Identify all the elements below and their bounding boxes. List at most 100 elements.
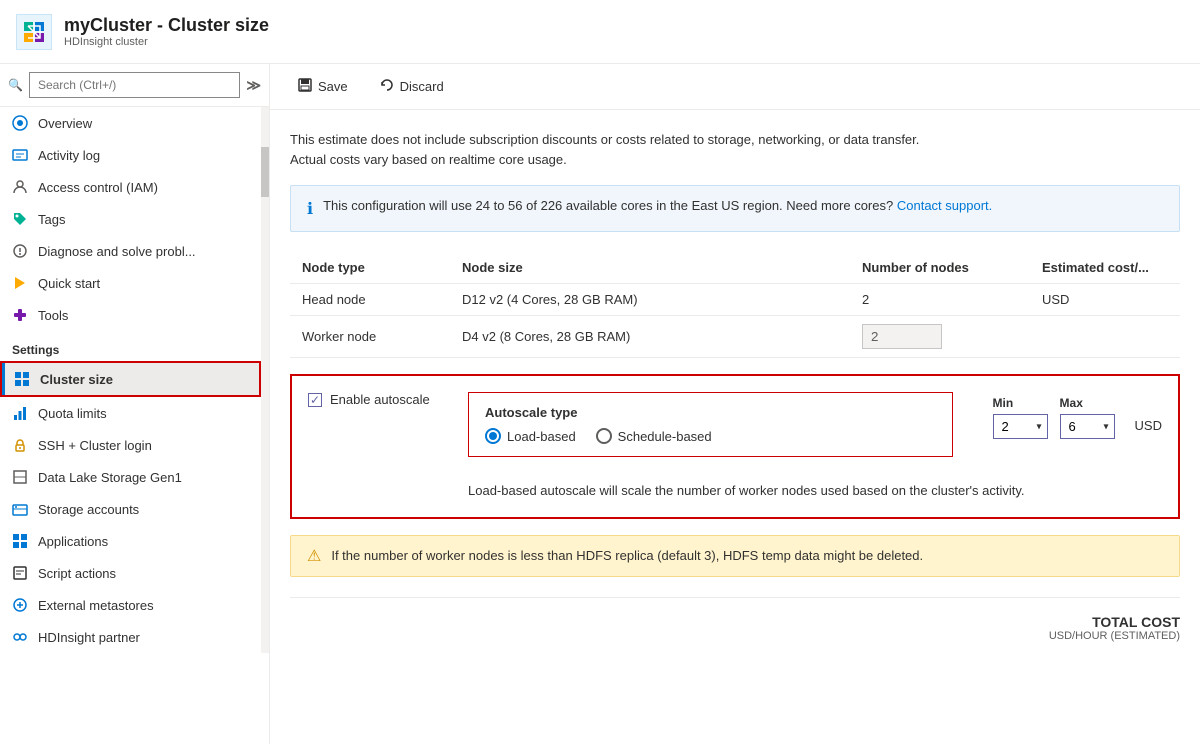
sidebar-nav: Overview Activity log Access control (IA… xyxy=(0,107,261,653)
total-cost: TOTAL COST USD/HOUR (ESTIMATED) xyxy=(1049,614,1180,642)
apps-icon xyxy=(12,533,28,549)
sidebar-item-label: Storage accounts xyxy=(38,502,139,517)
sidebar-item-script-actions[interactable]: Script actions xyxy=(0,557,261,589)
discard-button[interactable]: Discard xyxy=(372,74,452,99)
sidebar-item-label: Cluster size xyxy=(40,372,113,387)
sidebar-item-label: Overview xyxy=(38,116,92,131)
sidebar-item-cluster-size[interactable]: Cluster size xyxy=(0,361,261,397)
autoscale-usd-label: USD xyxy=(1135,418,1162,433)
total-cost-area: TOTAL COST USD/HOUR (ESTIMATED) xyxy=(290,614,1180,652)
max-select-wrapper: 6 7 8 xyxy=(1060,414,1115,439)
tags-icon xyxy=(12,211,28,227)
min-item: Min 2 3 4 xyxy=(993,396,1048,439)
sidebar-item-activity-log[interactable]: Activity log xyxy=(0,139,261,171)
min-label: Min xyxy=(993,396,1048,410)
radio-schedule-based[interactable]: Schedule-based xyxy=(596,428,712,444)
sidebar-item-tools[interactable]: Tools xyxy=(0,299,261,331)
node-type-head: Head node xyxy=(290,284,450,316)
section-divider xyxy=(290,597,1180,598)
table-row: Worker node D4 v2 (8 Cores, 28 GB RAM) xyxy=(290,316,1180,358)
sidebar-scrollbar[interactable] xyxy=(261,107,269,653)
col-header-node-type: Node type xyxy=(290,252,450,284)
sidebar-item-label: Script actions xyxy=(38,566,116,581)
save-button[interactable]: Save xyxy=(290,74,356,99)
radio-load-based[interactable]: Load-based xyxy=(485,428,576,444)
search-icon: 🔍 xyxy=(8,78,23,92)
sidebar-item-label: Tools xyxy=(38,308,68,323)
sidebar-item-label: Diagnose and solve probl... xyxy=(38,244,196,259)
contact-support-link[interactable]: Contact support. xyxy=(897,198,992,213)
col-header-est-cost: Estimated cost/... xyxy=(1030,252,1180,284)
sidebar-item-quota-limits[interactable]: Quota limits xyxy=(0,397,261,429)
sidebar-item-external-metastores[interactable]: External metastores xyxy=(0,589,261,621)
min-select[interactable]: 2 3 4 xyxy=(993,414,1048,439)
autoscale-type-radio-group: Load-based Schedule-based xyxy=(485,428,936,444)
app-icon xyxy=(16,14,52,50)
sidebar-item-label: SSH + Cluster login xyxy=(38,438,152,453)
sidebar-item-label: Quick start xyxy=(38,276,100,291)
search-area: 🔍 ≫ xyxy=(0,64,269,107)
sidebar-item-data-lake[interactable]: Data Lake Storage Gen1 xyxy=(0,461,261,493)
page-title: myCluster - Cluster size xyxy=(64,15,269,36)
info-banner-text: This configuration will use 24 to 56 of … xyxy=(323,198,992,213)
discard-icon xyxy=(380,78,394,95)
sidebar: 🔍 ≫ Overview Activity log xyxy=(0,64,270,744)
header-text: myCluster - Cluster size HDInsight clust… xyxy=(64,15,269,48)
sidebar-item-access-control[interactable]: Access control (IAM) xyxy=(0,171,261,203)
sidebar-item-label: Quota limits xyxy=(38,406,107,421)
total-cost-sub: USD/HOUR (ESTIMATED) xyxy=(1049,630,1180,642)
max-select[interactable]: 6 7 8 xyxy=(1060,414,1115,439)
node-size-head: D12 v2 (4 Cores, 28 GB RAM) xyxy=(450,284,850,316)
settings-section-label: Settings xyxy=(0,331,261,361)
toolbar: Save Discard xyxy=(270,64,1200,110)
collapse-button[interactable]: ≫ xyxy=(246,77,261,94)
sidebar-item-applications[interactable]: Applications xyxy=(0,525,261,557)
tools-icon xyxy=(12,307,28,323)
quickstart-icon xyxy=(12,275,28,291)
info-banner: ℹ This configuration will use 24 to 56 o… xyxy=(290,185,1180,232)
min-select-wrapper: 2 3 4 xyxy=(993,414,1048,439)
sidebar-item-tags[interactable]: Tags xyxy=(0,203,261,235)
quota-icon xyxy=(12,405,28,421)
activity-icon xyxy=(12,147,28,163)
checkbox-checkmark: ✓ xyxy=(310,393,320,407)
warning-icon: ⚠ xyxy=(307,546,321,566)
num-nodes-worker xyxy=(850,316,1030,358)
sidebar-item-label: Tags xyxy=(38,212,65,227)
info-text: This estimate does not include subscript… xyxy=(290,130,1180,169)
overview-icon xyxy=(12,115,28,131)
autoscale-label: Enable autoscale xyxy=(330,392,430,407)
worker-nodes-input[interactable] xyxy=(862,324,942,349)
info-banner-message: This configuration will use 24 to 56 of … xyxy=(323,198,893,213)
save-icon xyxy=(298,78,312,95)
sidebar-item-overview[interactable]: Overview xyxy=(0,107,261,139)
info-text-line1: This estimate does not include subscript… xyxy=(290,132,919,147)
radio-schedule-circle xyxy=(596,428,612,444)
sidebar-item-storage-accounts[interactable]: Storage accounts xyxy=(0,493,261,525)
storage-icon xyxy=(12,501,28,517)
radio-load-label: Load-based xyxy=(507,429,576,444)
minmax-area: Min 2 3 4 xyxy=(993,396,1162,439)
est-cost-worker xyxy=(1030,316,1180,358)
sidebar-item-hdinsight-partner[interactable]: HDInsight partner xyxy=(0,621,261,653)
discard-label: Discard xyxy=(400,79,444,94)
warning-banner: ⚠ If the number of worker nodes is less … xyxy=(290,535,1180,577)
sidebar-item-quick-start[interactable]: Quick start xyxy=(0,267,261,299)
max-item: Max 6 7 8 xyxy=(1060,396,1115,439)
sidebar-item-diagnose[interactable]: Diagnose and solve probl... xyxy=(0,235,261,267)
autoscale-right-panel: Autoscale type Load-based Schedule-based xyxy=(468,392,1162,501)
hdinsight-icon xyxy=(12,629,28,645)
est-cost-head: USD xyxy=(1030,284,1180,316)
enable-autoscale-checkbox[interactable]: ✓ xyxy=(308,393,322,407)
ssh-icon xyxy=(12,437,28,453)
page-header: myCluster - Cluster size HDInsight clust… xyxy=(0,0,1200,64)
total-cost-label: TOTAL COST xyxy=(1049,614,1180,630)
search-input[interactable] xyxy=(29,72,240,98)
col-header-num-nodes: Number of nodes xyxy=(850,252,1030,284)
node-table: Node type Node size Number of nodes Esti… xyxy=(290,252,1180,358)
sidebar-scrollbar-thumb[interactable] xyxy=(261,147,269,197)
node-type-worker: Worker node xyxy=(290,316,450,358)
node-size-worker: D4 v2 (8 Cores, 28 GB RAM) xyxy=(450,316,850,358)
sidebar-item-label: Applications xyxy=(38,534,108,549)
sidebar-item-ssh-login[interactable]: SSH + Cluster login xyxy=(0,429,261,461)
